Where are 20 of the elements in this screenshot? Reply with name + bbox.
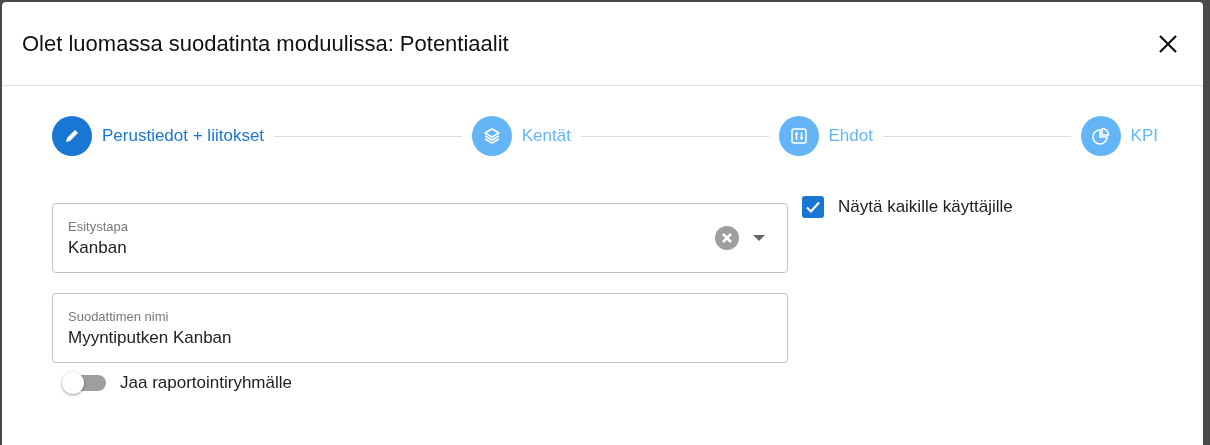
clear-icon[interactable] [715,226,739,250]
checkmark-icon [805,199,821,215]
input-field[interactable]: Suodattimen nimi Myyntiputken Kanban [52,293,788,363]
field-value: Myyntiputken Kanban [68,327,233,348]
caret-icon[interactable] [753,235,765,241]
close-icon[interactable] [1159,34,1177,53]
field-label: Esitystapa [68,218,129,234]
pencil-icon [64,128,80,144]
layers-icon [482,127,501,145]
toggle-switch[interactable] [64,375,106,391]
field-label: Suodattimen nimi [68,308,170,324]
field-value: Kanban [68,237,128,258]
step-tab[interactable]: Perustiedot + liitokset [52,116,265,156]
checkbox-label: Näytä kaikille käyttäjille [838,196,1013,217]
toggle-label: Jaa raportointiryhmälle [120,373,292,393]
checkbox[interactable] [802,196,824,218]
dialog-title: Olet luomassa suodatinta moduulissa: Potentiaalit [22,30,509,57]
sliders-icon [789,127,808,145]
select-field[interactable]: Esitystapa Kanban [52,203,788,273]
pie-chart-icon [1091,127,1110,145]
